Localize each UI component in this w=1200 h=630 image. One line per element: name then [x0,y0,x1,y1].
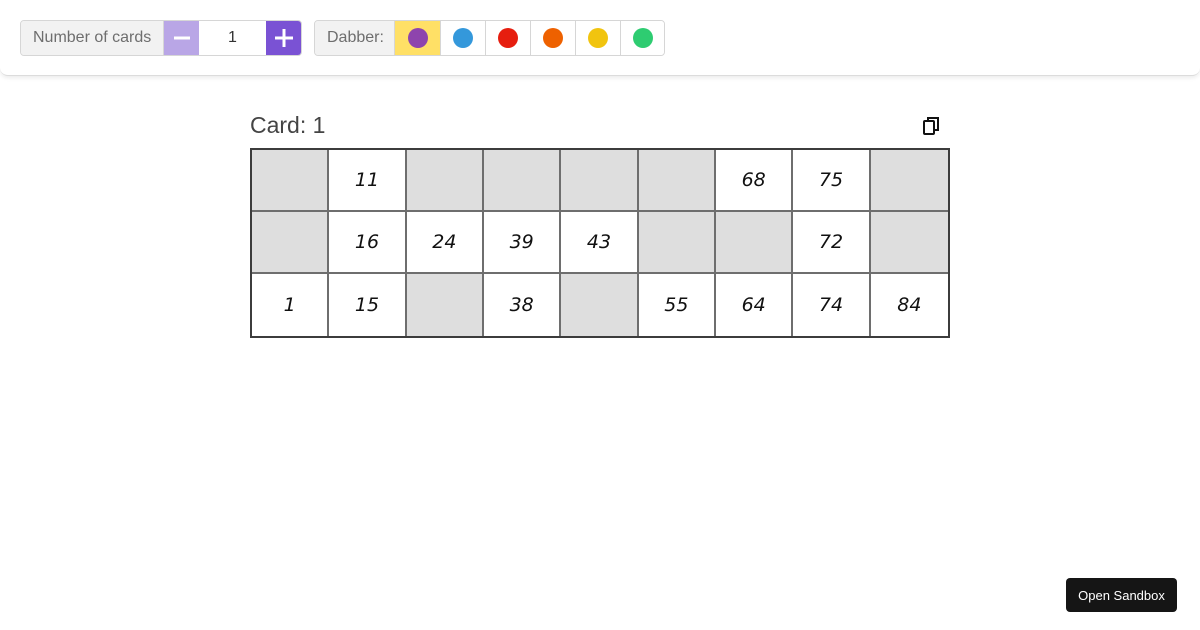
card-cell-number[interactable]: 11 [329,150,407,212]
dabber-swatch-orange[interactable] [530,21,575,55]
dabber-swatch-blue[interactable] [440,21,485,55]
dabber-swatch-red[interactable] [485,21,530,55]
dabber-dot-red [498,28,518,48]
toolbar: Number of cards Dabber: [0,0,1200,76]
card-cell-number[interactable]: 72 [793,212,871,274]
copy-icon [923,117,939,135]
card-cell-number[interactable]: 38 [484,274,562,336]
dabber-dot-green [633,28,653,48]
dabber-picker: Dabber: [314,20,665,56]
card-cell-blank [561,274,639,336]
card-cell-number[interactable]: 84 [870,274,948,336]
card-cell-number[interactable]: 74 [793,274,871,336]
card-cell-number[interactable]: 55 [638,274,716,336]
card-header: Card: 1 [250,112,950,140]
card-cell-number[interactable]: 68 [716,150,794,212]
card-cell-number[interactable]: 39 [484,212,562,274]
card-cell-number[interactable]: 43 [561,212,639,274]
minus-icon [173,36,190,40]
dabber-dot-orange [543,28,563,48]
card-cell-number[interactable]: 1 [252,274,330,336]
card-cell-number[interactable]: 16 [329,212,407,274]
card-cell-blank [406,274,484,336]
card-title: Card: 1 [250,112,326,138]
card-count-label: Number of cards [21,21,164,55]
card-cell-number[interactable]: 24 [406,212,484,274]
card-cell-number[interactable]: 15 [329,274,407,336]
dabber-dot-purple [407,28,428,48]
copy-button[interactable] [922,115,942,137]
increment-button[interactable] [266,21,301,55]
open-sandbox-button[interactable]: Open Sandbox [1066,578,1177,612]
card-cell-number[interactable]: 64 [716,274,794,336]
dabber-swatch-green[interactable] [620,21,664,55]
card-cell-blank [252,212,330,274]
card-cell-blank [561,150,639,212]
dabber-dot-blue [453,28,473,48]
card-cell-blank [870,150,948,212]
dabber-swatch-list [395,21,664,55]
plus-icon [274,29,293,47]
card-cell-blank [484,150,562,212]
card-cell-blank [406,150,484,212]
card-cell-blank [638,150,716,212]
card-cell-blank [870,212,948,274]
decrement-button[interactable] [164,21,199,55]
dabber-swatch-yellow[interactable] [575,21,620,55]
card-cell-blank [638,212,716,274]
card-count-control: Number of cards [20,20,302,56]
dabber-dot-yellow [588,28,608,48]
dabber-label: Dabber: [315,21,395,55]
dabber-swatch-purple[interactable] [395,21,440,55]
bingo-card-grid: 11 68 75 16 24 39 43 72 1 15 38 55 64 74 84 [250,148,950,338]
card-count-input[interactable] [199,21,266,55]
card-cell-number[interactable]: 75 [793,150,871,212]
card-cell-blank [716,212,794,274]
card-cell-blank [252,150,330,212]
